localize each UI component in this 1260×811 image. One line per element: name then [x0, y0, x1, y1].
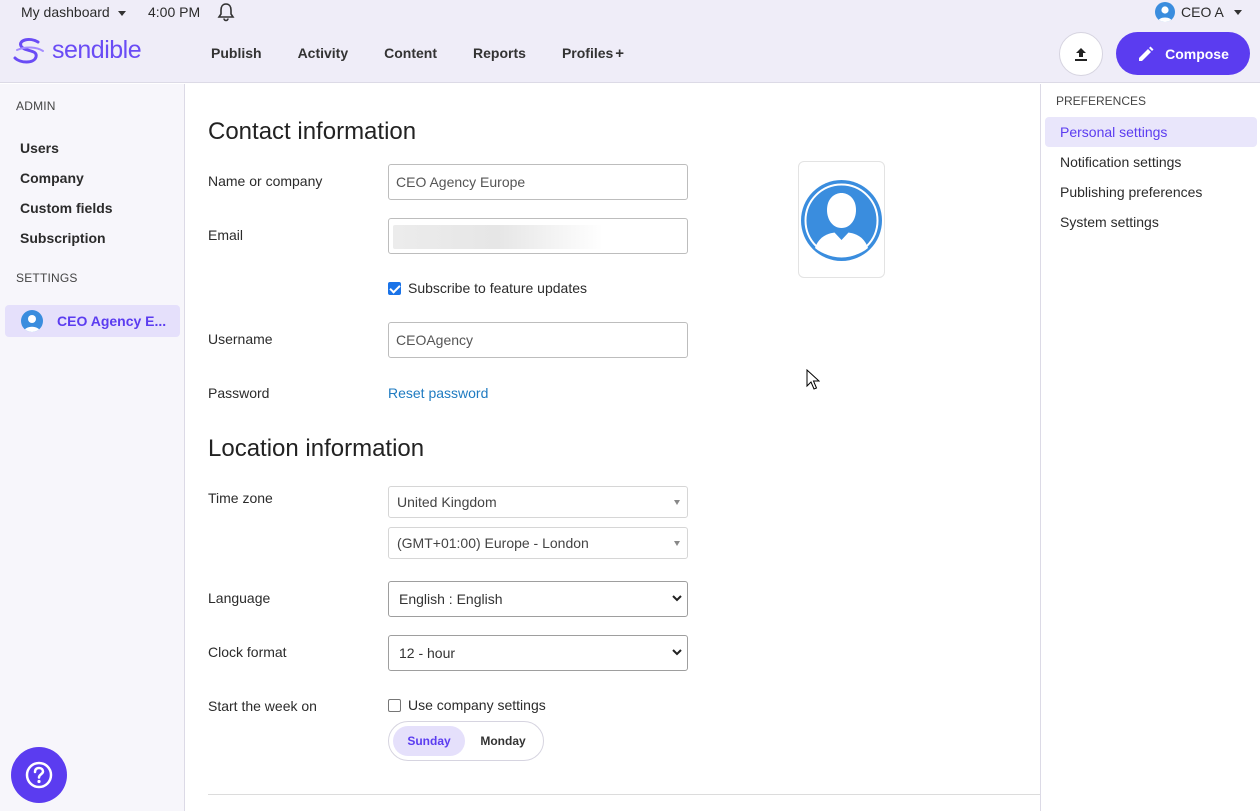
help-icon — [25, 761, 53, 789]
timezone-zone-value: (GMT+01:00) Europe - London — [397, 535, 589, 551]
clock-time: 4:00 PM — [148, 4, 201, 20]
week-option-sunday[interactable]: Sunday — [393, 726, 465, 756]
nav-reports[interactable]: Reports — [455, 44, 544, 64]
top-strip: My dashboard 4:00 PM CEO A — [0, 0, 1260, 24]
week-start-toggle: Sunday Monday — [388, 721, 544, 761]
sendible-logo[interactable]: sendible — [12, 36, 142, 65]
password-label: Password — [208, 385, 270, 401]
admin-section-label: ADMIN — [16, 99, 56, 113]
email-input[interactable] — [388, 218, 688, 254]
username-input[interactable]: CEOAgency — [388, 322, 688, 358]
avatar-card[interactable] — [798, 161, 885, 278]
preferences-label: PREFERENCES — [1056, 94, 1147, 108]
nav-profiles[interactable]: Profiles + — [544, 44, 642, 64]
dropdown-arrow-icon — [674, 500, 680, 505]
chevron-down-icon — [672, 649, 682, 656]
upload-icon — [1075, 48, 1087, 61]
sidebar-item-ceo-agency[interactable]: CEO Agency E... — [5, 305, 180, 337]
upload-button[interactable] — [1059, 32, 1103, 76]
location-heading: Location information — [208, 435, 425, 462]
nav-content[interactable]: Content — [366, 44, 455, 64]
nav-activity[interactable]: Activity — [280, 44, 367, 64]
profile-avatar — [21, 310, 43, 332]
user-avatar — [1155, 2, 1175, 22]
profile-picture — [801, 180, 882, 261]
sidebar-item-label: CEO Agency E... — [57, 313, 167, 329]
name-input[interactable]: CEO Agency Europe — [388, 164, 688, 200]
user-silhouette-icon — [804, 183, 879, 258]
section-divider — [208, 794, 1048, 795]
language-value: English : English — [399, 591, 503, 607]
company-settings-checkbox[interactable] — [388, 698, 401, 712]
sidebar-item-subscription[interactable]: Subscription — [20, 230, 106, 246]
company-settings-checkbox-row[interactable]: Use company settings — [388, 697, 546, 713]
caret-down-icon — [1233, 9, 1242, 15]
pref-item-publishing-preferences[interactable]: Publishing preferences — [1060, 184, 1202, 200]
sidebar-item-company[interactable]: Company — [20, 170, 84, 186]
subscribe-label: Subscribe to feature updates — [408, 280, 588, 296]
bell-icon[interactable] — [217, 2, 235, 22]
pref-item-notification-settings[interactable]: Notification settings — [1060, 154, 1181, 170]
sidebar-item-custom-fields[interactable]: Custom fields — [20, 200, 113, 216]
help-button[interactable] — [11, 747, 67, 803]
user-menu[interactable]: CEO A — [1155, 1, 1242, 23]
logo-icon — [13, 37, 44, 63]
subscribe-checkbox-row[interactable]: Subscribe to feature updates — [388, 280, 587, 296]
chevron-down-icon — [672, 595, 682, 602]
caret-down-icon — [117, 10, 126, 16]
pref-item-system-settings[interactable]: System settings — [1060, 214, 1159, 230]
preferences-panel: PREFERENCES Personal settings Notificati… — [1040, 84, 1260, 811]
mouse-cursor-icon — [806, 369, 820, 390]
dropdown-arrow-icon — [674, 541, 680, 546]
sidebar-item-users[interactable]: Users — [20, 140, 59, 156]
dashboard-dropdown[interactable]: My dashboard — [21, 4, 126, 20]
compose-label: Compose — [1165, 45, 1229, 62]
clock-format-label: Clock format — [208, 644, 287, 660]
timezone-country-select[interactable]: United Kingdom — [388, 486, 688, 518]
subscribe-checkbox[interactable] — [388, 281, 401, 295]
plus-icon: + — [615, 45, 625, 62]
clock-format-value: 12 - hour — [399, 645, 456, 661]
pref-item-personal-settings[interactable]: Personal settings — [1045, 117, 1257, 147]
username-label: Username — [208, 331, 273, 347]
week-option-monday[interactable]: Monday — [467, 726, 539, 756]
email-label: Email — [208, 227, 244, 243]
logo-text: sendible — [52, 36, 142, 64]
pencil-icon — [1139, 46, 1154, 61]
name-label: Name or company — [208, 173, 323, 189]
settings-main: Contact information Name or company CEO … — [185, 84, 1048, 811]
compose-button[interactable]: Compose — [1116, 32, 1250, 75]
timezone-label: Time zone — [208, 490, 273, 506]
nav-publish[interactable]: Publish — [193, 44, 280, 64]
clock-format-select[interactable]: 12 - hour — [388, 635, 688, 671]
language-label: Language — [208, 590, 271, 606]
timezone-country-value: United Kingdom — [397, 494, 497, 510]
company-settings-label: Use company settings — [408, 697, 546, 713]
contact-heading: Contact information — [208, 118, 417, 145]
main-nav: Publish Activity Content Reports Profile… — [193, 44, 642, 64]
language-select[interactable]: English : English — [388, 581, 688, 617]
left-sidebar: ADMIN Users Company Custom fields Subscr… — [0, 84, 185, 811]
settings-section-label: SETTINGS — [16, 271, 78, 285]
start-week-label: Start the week on — [208, 698, 317, 714]
email-redacted — [393, 225, 603, 249]
nav-profiles-label: Profiles — [561, 45, 614, 61]
reset-password-link[interactable]: Reset password — [388, 385, 488, 401]
top-bar: My dashboard 4:00 PM CEO A sendible Publ… — [0, 0, 1260, 83]
user-name: CEO A — [1181, 4, 1224, 20]
timezone-zone-select[interactable]: (GMT+01:00) Europe - London — [388, 527, 688, 559]
dashboard-label: My dashboard — [21, 4, 110, 20]
